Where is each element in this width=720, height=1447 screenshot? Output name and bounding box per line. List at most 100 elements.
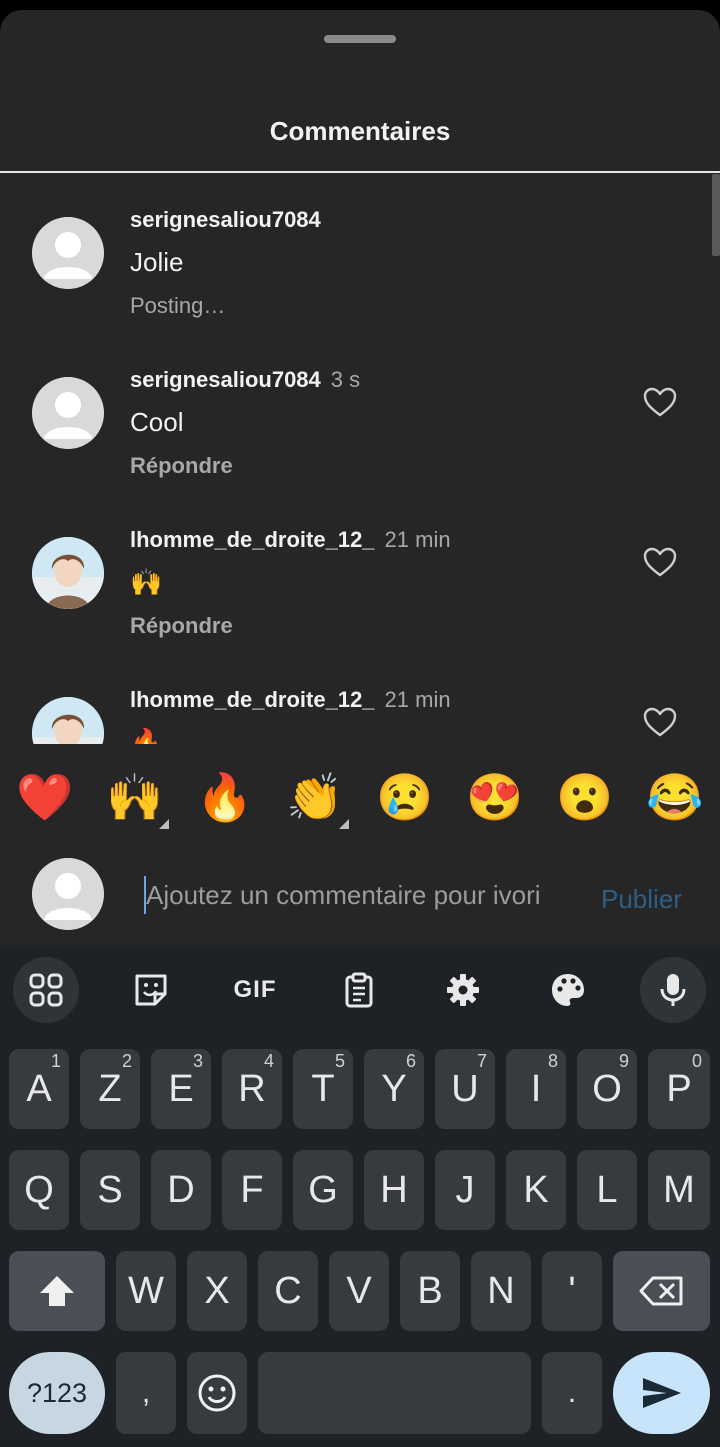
apps-icon[interactable] bbox=[13, 957, 79, 1023]
comment-text: 🔥 bbox=[130, 727, 163, 744]
key-p[interactable]: P0 bbox=[648, 1049, 710, 1129]
key-n[interactable]: N bbox=[471, 1251, 531, 1331]
key-j[interactable]: J bbox=[435, 1150, 495, 1230]
comment-time: 21 min bbox=[384, 687, 451, 712]
default-avatar-icon[interactable] bbox=[32, 377, 104, 449]
key-r[interactable]: R4 bbox=[222, 1049, 282, 1129]
key-apostrophe[interactable]: ' bbox=[542, 1251, 602, 1331]
reply-button[interactable]: Répondre bbox=[130, 613, 233, 639]
comment-item: lhomme_de_droite_12_ 21 min 🙌 Répondre bbox=[0, 494, 720, 654]
key-hint: 3 bbox=[192, 1051, 203, 1071]
key-o[interactable]: O9 bbox=[577, 1049, 637, 1129]
settings-icon[interactable] bbox=[430, 957, 496, 1023]
smiley-icon bbox=[198, 1374, 236, 1412]
key-d[interactable]: D bbox=[151, 1150, 211, 1230]
key-f[interactable]: F bbox=[222, 1150, 282, 1230]
key-v[interactable]: V bbox=[329, 1251, 389, 1331]
emoji-fire[interactable]: 🔥 bbox=[195, 757, 255, 837]
key-label: P bbox=[666, 1067, 692, 1110]
key-hint: 9 bbox=[618, 1051, 629, 1071]
header-divider bbox=[0, 171, 720, 173]
key-g[interactable]: G bbox=[293, 1150, 353, 1230]
key-c[interactable]: C bbox=[258, 1251, 318, 1331]
comment-username[interactable]: serignesaliou7084 3 s bbox=[130, 367, 360, 393]
keyboard: GIF A1 Z2 E3 R4 T5 Y6 U7 I8 O9 P0 Q S D … bbox=[0, 945, 720, 1447]
anime-avatar[interactable] bbox=[32, 697, 104, 744]
mic-icon[interactable] bbox=[640, 957, 706, 1023]
key-label: R bbox=[238, 1067, 266, 1110]
comment-item: lhomme_de_droite_12_ 21 min 🔥 bbox=[0, 654, 720, 744]
comments-sheet: Commentaires serignesaliou7084 Jolie Pos… bbox=[0, 10, 720, 945]
key-m[interactable]: M bbox=[648, 1150, 710, 1230]
skin-tone-indicator bbox=[339, 819, 349, 829]
emoji-key[interactable] bbox=[187, 1352, 247, 1434]
comment-time: 3 s bbox=[330, 367, 361, 392]
key-hint: 4 bbox=[263, 1051, 274, 1071]
comment-username[interactable]: serignesaliou7084 bbox=[130, 207, 321, 233]
key-hint: 0 bbox=[691, 1051, 702, 1071]
default-avatar-icon[interactable] bbox=[32, 217, 104, 289]
username-text: lhomme_de_droite_12_ bbox=[130, 527, 375, 552]
key-h[interactable]: H bbox=[364, 1150, 424, 1230]
publish-button[interactable]: Publier bbox=[601, 884, 682, 915]
key-b[interactable]: B bbox=[400, 1251, 460, 1331]
send-key[interactable] bbox=[613, 1352, 710, 1434]
symbols-key[interactable]: ?123 bbox=[9, 1352, 105, 1434]
comment-text: 🙌 bbox=[130, 567, 163, 597]
reply-button[interactable]: Répondre bbox=[130, 453, 233, 479]
username-text: lhomme_de_droite_12_ bbox=[130, 687, 375, 712]
comment-list[interactable]: serignesaliou7084 Jolie Posting… serigne… bbox=[0, 174, 720, 744]
emoji-surprised[interactable]: 😮 bbox=[555, 757, 615, 837]
comment-username[interactable]: lhomme_de_droite_12_ 21 min bbox=[130, 527, 451, 553]
comment-status: Posting… bbox=[130, 293, 226, 318]
anime-avatar[interactable] bbox=[32, 537, 104, 609]
like-heart-icon[interactable] bbox=[643, 547, 677, 577]
emoji-clapping[interactable]: 👏 bbox=[285, 757, 349, 837]
gif-icon[interactable]: GIF bbox=[222, 957, 288, 1023]
key-i[interactable]: I8 bbox=[506, 1049, 566, 1129]
sheet-title: Commentaires bbox=[269, 116, 451, 146]
key-u[interactable]: U7 bbox=[435, 1049, 495, 1129]
key-label: Y bbox=[381, 1067, 407, 1110]
period-key[interactable]: . bbox=[542, 1352, 602, 1434]
key-x[interactable]: X bbox=[187, 1251, 247, 1331]
like-heart-icon[interactable] bbox=[643, 387, 677, 417]
key-a[interactable]: A1 bbox=[9, 1049, 69, 1129]
backspace-icon bbox=[639, 1276, 682, 1306]
send-icon bbox=[642, 1378, 681, 1408]
quick-emoji-bar: ❤️ 🙌 🔥 👏 😢 😍 😮 😂 bbox=[0, 757, 720, 837]
emoji-raised-hands[interactable]: 🙌 bbox=[105, 757, 169, 837]
emoji-heart-eyes[interactable]: 😍 bbox=[465, 757, 525, 837]
key-t[interactable]: T5 bbox=[293, 1049, 353, 1129]
comment-username[interactable]: lhomme_de_droite_12_ 21 min bbox=[130, 687, 451, 713]
shift-key[interactable] bbox=[9, 1251, 105, 1331]
comment-input[interactable]: Ajoutez un commentaire pour ivori bbox=[146, 880, 586, 911]
like-heart-icon[interactable] bbox=[643, 707, 677, 737]
default-avatar-icon bbox=[32, 858, 104, 930]
emoji-crying[interactable]: 😢 bbox=[375, 757, 435, 837]
scrollbar[interactable] bbox=[712, 174, 720, 256]
space-key[interactable] bbox=[258, 1352, 531, 1434]
key-l[interactable]: L bbox=[577, 1150, 637, 1230]
sticker-icon[interactable] bbox=[118, 957, 184, 1023]
key-z[interactable]: Z2 bbox=[80, 1049, 140, 1129]
key-y[interactable]: Y6 bbox=[364, 1049, 424, 1129]
palette-icon[interactable] bbox=[535, 957, 601, 1023]
key-label: I bbox=[530, 1067, 542, 1110]
clipboard-icon[interactable] bbox=[326, 957, 392, 1023]
key-s[interactable]: S bbox=[80, 1150, 140, 1230]
comment-text: Jolie bbox=[130, 247, 184, 277]
comma-key[interactable]: , bbox=[116, 1352, 176, 1434]
emoji-heart[interactable]: ❤️ bbox=[15, 757, 75, 837]
comment-time: 21 min bbox=[384, 527, 451, 552]
key-hint: 5 bbox=[334, 1051, 345, 1071]
comment-composer: Ajoutez un commentaire pour ivori Publie… bbox=[0, 840, 720, 945]
shift-arrow-icon bbox=[40, 1276, 74, 1306]
key-k[interactable]: K bbox=[506, 1150, 566, 1230]
key-w[interactable]: W bbox=[116, 1251, 176, 1331]
drag-handle[interactable] bbox=[324, 35, 396, 43]
backspace-key[interactable] bbox=[613, 1251, 710, 1331]
key-e[interactable]: E3 bbox=[151, 1049, 211, 1129]
key-q[interactable]: Q bbox=[9, 1150, 69, 1230]
emoji-laughing[interactable]: 😂 bbox=[645, 757, 705, 837]
